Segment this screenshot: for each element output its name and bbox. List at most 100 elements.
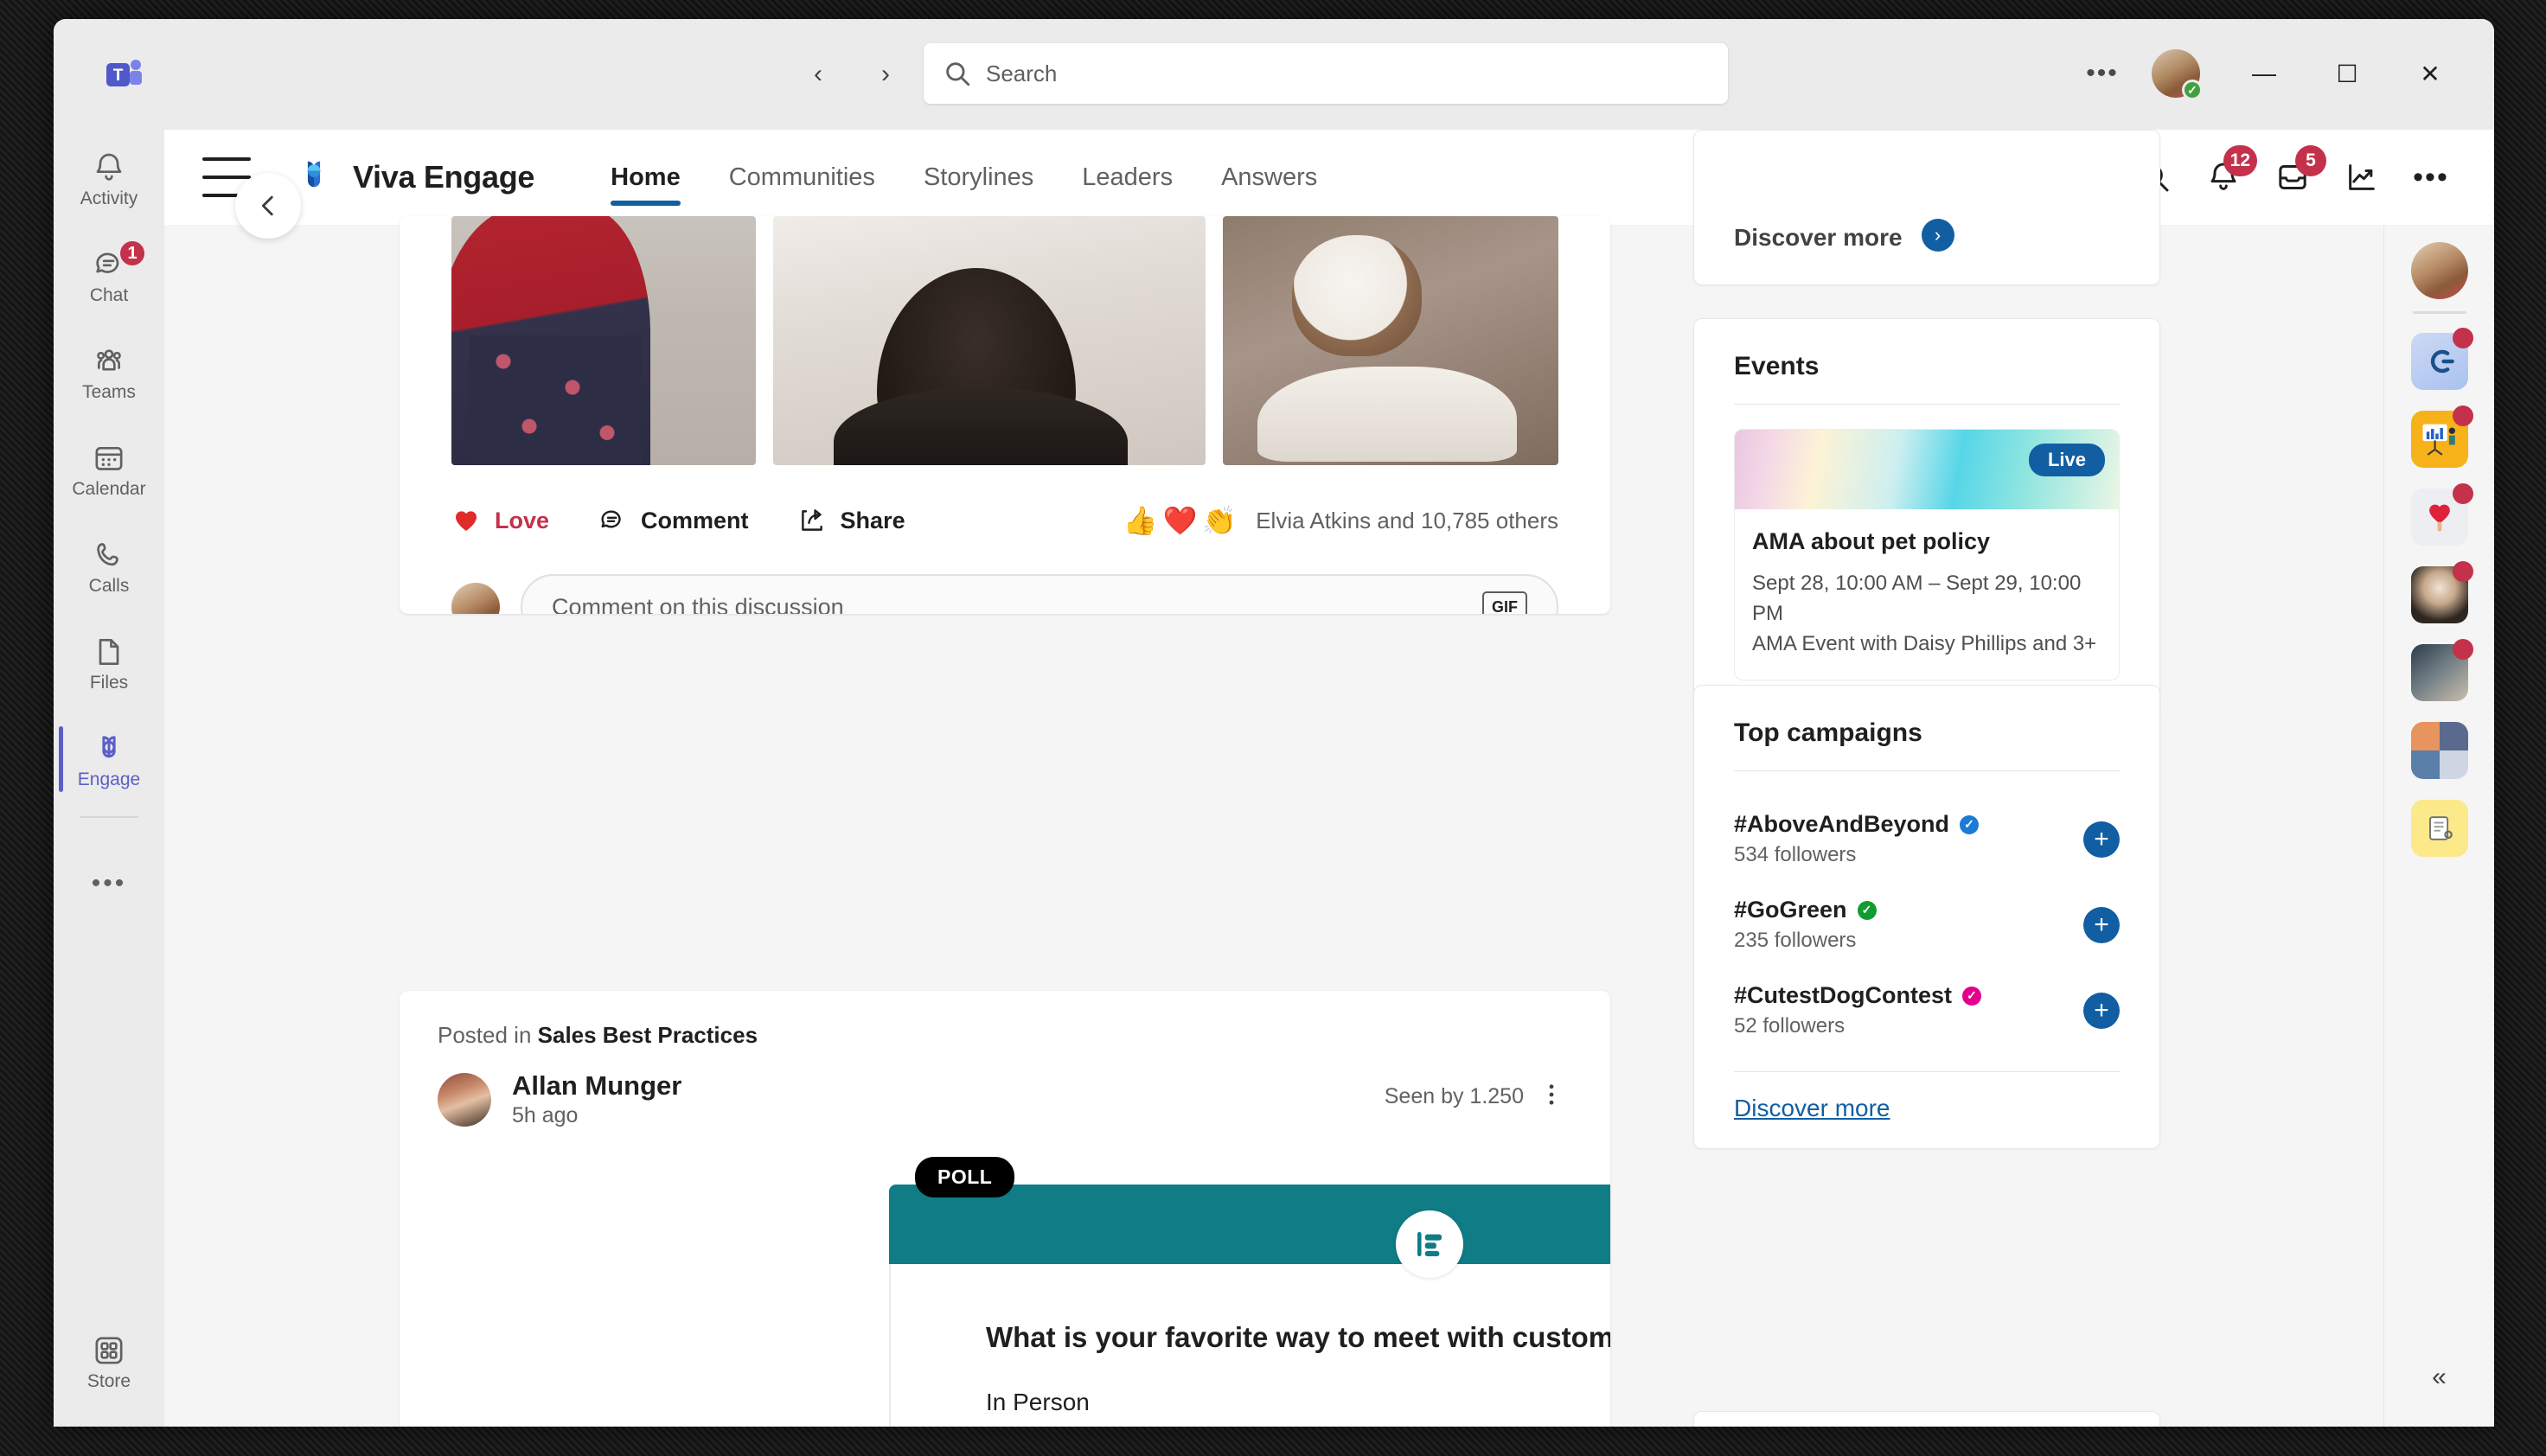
tab-storylines[interactable]: Storylines: [899, 130, 1058, 225]
rail-more-button[interactable]: •••: [54, 835, 164, 932]
campaign-row[interactable]: #GoGreen ✓ 235 followers +: [1734, 881, 2120, 967]
inbox-button[interactable]: 5: [2264, 145, 2326, 206]
header-more-button[interactable]: •••: [2402, 149, 2460, 206]
tab-home[interactable]: Home: [586, 130, 705, 225]
analytics-button[interactable]: [2333, 149, 2390, 206]
app-laptop-icon[interactable]: [2410, 639, 2473, 701]
tab-leaders[interactable]: Leaders: [1058, 130, 1197, 225]
sidebar-item-label: Calendar: [72, 478, 146, 499]
poll-option-label: In Person: [986, 1389, 1090, 1415]
avatar[interactable]: ✓: [2152, 49, 2203, 100]
love-button[interactable]: Love: [451, 506, 549, 535]
campaign-name: #CutestDogContest: [1734, 982, 1953, 1008]
post-image-2[interactable]: [773, 216, 1206, 465]
community-name[interactable]: Sales Best Practices: [538, 1022, 758, 1048]
share-button[interactable]: Share: [797, 506, 905, 535]
forward-button[interactable]: ›: [865, 54, 906, 95]
comment-placeholder: Comment on this discussion: [552, 593, 844, 615]
sidebar-item-calls[interactable]: Calls: [54, 517, 164, 614]
post-reaction-bar: Love Comment Share 👍 ❤️ 👏 Elvia Atkins a…: [451, 495, 1558, 546]
more-icon: •••: [2413, 160, 2449, 194]
chevron-right-icon[interactable]: ›: [1921, 219, 1954, 252]
collapse-rail-button[interactable]: «: [2432, 1363, 2447, 1392]
sidebar-item-activity[interactable]: Activity: [54, 130, 164, 227]
campaigns-discover-more-link[interactable]: Discover more: [1734, 1095, 1890, 1122]
sidebar-item-label: Teams: [82, 381, 136, 402]
post-image-3[interactable]: [1223, 216, 1558, 465]
notification-dot: [2452, 561, 2473, 582]
campaign-followers: 534 followers: [1734, 843, 1857, 866]
inbox-badge: 5: [2295, 145, 2326, 176]
comment-icon: [598, 506, 627, 535]
feed-post-media: Love Comment Share 👍 ❤️ 👏 Elvia Atkins a…: [400, 216, 1610, 614]
feed-back-button[interactable]: [235, 173, 301, 239]
seen-by-label: Seen by 1.250: [1384, 1084, 1524, 1108]
poll-banner: POLL: [889, 1157, 1610, 1278]
comment-label: Comment: [641, 507, 749, 533]
search-placeholder: Search: [986, 60, 1058, 86]
discover-more-label[interactable]: Discover more: [1734, 224, 1903, 252]
brand-title: Viva Engage: [353, 159, 535, 195]
avatar: [451, 583, 500, 614]
post-timestamp: 5h ago: [512, 1102, 579, 1127]
chevron-left-icon: [261, 195, 273, 216]
search-input[interactable]: Search: [924, 43, 1728, 104]
campaign-row[interactable]: #AboveAndBeyond ✓ 534 followers +: [1734, 795, 2120, 881]
notifications-button[interactable]: 12: [2195, 145, 2257, 206]
poll-option-row[interactable]: In Person 88 votes: [986, 1389, 1610, 1427]
sidebar-item-calendar[interactable]: Calendar: [54, 420, 164, 517]
notification-dot: [2452, 328, 2473, 348]
sidebar-item-teams[interactable]: Teams: [54, 323, 164, 420]
poll-icon: [1396, 1210, 1463, 1278]
follow-campaign-button[interactable]: +: [2083, 992, 2120, 1029]
app-documents-icon[interactable]: [2410, 800, 2468, 857]
post-options-button[interactable]: [1531, 1074, 1572, 1115]
avatar[interactable]: [2410, 242, 2468, 299]
app-people-grid-icon[interactable]: [2410, 722, 2468, 779]
sidebar-item-label: Files: [89, 672, 129, 693]
event-item[interactable]: Live AMA about pet policy Sept 28, 10:00…: [1734, 429, 2120, 681]
svg-text:T: T: [113, 67, 124, 85]
minimize-button[interactable]: —: [2223, 42, 2306, 105]
post-reactors[interactable]: 👍 ❤️ 👏 Elvia Atkins and 10,785 others: [1123, 507, 1558, 534]
campaigns-card: Top campaigns #AboveAndBeyond ✓ 534 foll…: [1693, 685, 2160, 1149]
author-name[interactable]: Allan Munger: [512, 1070, 681, 1102]
sidebar-item-store[interactable]: Store: [54, 1312, 164, 1409]
right-sidebar: Discover more › Events Live AMA about pe…: [1693, 130, 2160, 1427]
gif-button[interactable]: GIF: [1482, 591, 1527, 614]
maximize-button[interactable]: ☐: [2306, 42, 2389, 105]
poll-card: POLL What is your favorite way to meet w…: [889, 1157, 1610, 1427]
poll-body: What is your favorite way to meet with c…: [889, 1264, 1610, 1427]
sidebar-item-files[interactable]: Files: [54, 614, 164, 711]
viva-engage-app: Viva Engage Home Communities Storylines …: [164, 130, 2494, 1427]
campaign-row[interactable]: #CutestDogContest ✓ 52 followers +: [1734, 967, 2120, 1052]
follow-campaign-button[interactable]: +: [2083, 906, 2120, 943]
verified-badge-icon: ✓: [1857, 900, 1877, 920]
share-label: Share: [840, 507, 905, 533]
chat-badge: 1: [118, 239, 147, 268]
titlebar-more-button[interactable]: •••: [2065, 42, 2140, 105]
app-heart-icon[interactable]: [2410, 483, 2473, 546]
heart-icon: [451, 506, 481, 535]
back-button[interactable]: ‹: [797, 54, 839, 95]
sidebar-item-chat[interactable]: 1 Chat: [54, 227, 164, 323]
follow-campaign-button[interactable]: +: [2083, 821, 2120, 858]
notifications-badge: 12: [2223, 145, 2257, 176]
tab-communities[interactable]: Communities: [705, 130, 899, 225]
app-cdw-icon[interactable]: [2410, 328, 2473, 390]
comment-input[interactable]: Comment on this discussion GIF: [521, 574, 1558, 614]
avatar[interactable]: [438, 1073, 491, 1127]
more-icon: •••: [2086, 59, 2119, 87]
post-image-1[interactable]: [451, 216, 756, 465]
comment-button[interactable]: Comment: [598, 506, 749, 535]
tab-answers[interactable]: Answers: [1197, 130, 1341, 225]
feed-post-poll: Posted in Sales Best Practices Allan Mun…: [400, 991, 1610, 1427]
teams-icon: [92, 343, 126, 380]
viva-engage-logo-icon: [307, 161, 321, 188]
campaigns-title: Top campaigns: [1734, 718, 1922, 747]
close-button[interactable]: ✕: [2389, 42, 2472, 105]
app-person-icon[interactable]: [2410, 561, 2473, 623]
app-presentation-icon[interactable]: [2410, 406, 2473, 468]
kebab-icon: [1549, 1084, 1554, 1105]
sidebar-item-engage[interactable]: Engage: [54, 711, 164, 808]
